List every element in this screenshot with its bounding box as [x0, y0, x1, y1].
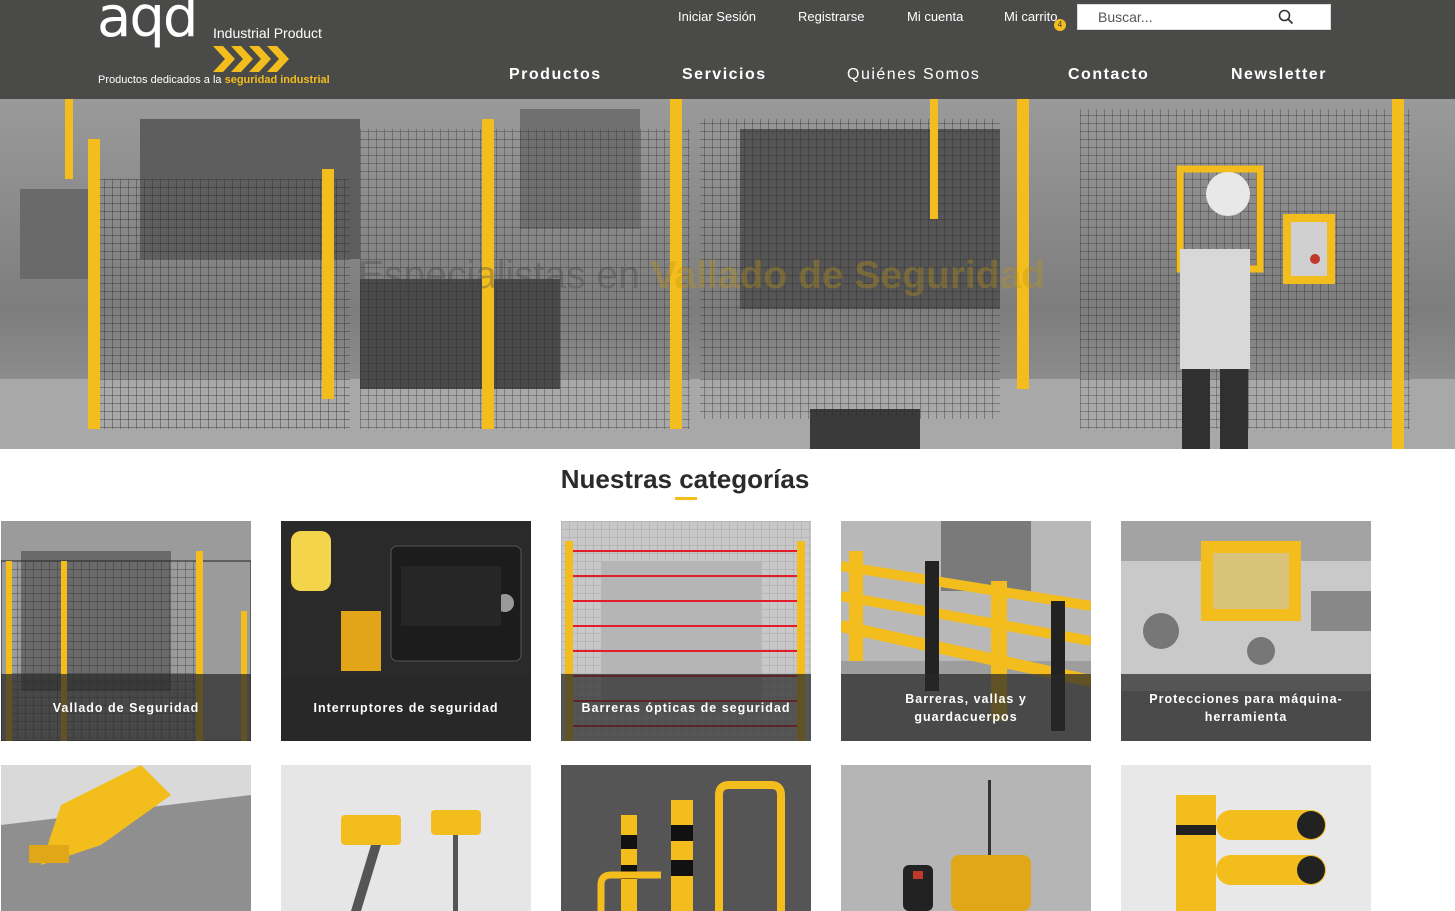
logo-product-text: Industrial Product	[213, 25, 322, 41]
category-card-barreras-opticas[interactable]: Barreras ópticas de seguridad	[561, 521, 811, 741]
nav-contact[interactable]: Contacto	[1068, 66, 1149, 84]
search-box	[1077, 4, 1331, 30]
category-label: Barreras, vallas y guardacuerpos	[841, 674, 1091, 741]
nav-services[interactable]: Servicios	[682, 66, 767, 84]
brand-logo[interactable]: aqd Industrial Product Productos dedicad…	[97, 0, 337, 94]
nav-about[interactable]: Quiénes Somos	[847, 66, 980, 84]
category-card-barreras-vallas[interactable]: Barreras, vallas y guardacuerpos	[841, 521, 1091, 741]
category-label: Barreras ópticas de seguridad	[561, 674, 811, 741]
category-image-row2-3	[561, 765, 811, 911]
hero-banner: Especialistas en Vallado de Seguridad	[0, 99, 1455, 449]
category-card-row2-5[interactable]	[1121, 765, 1371, 911]
category-label: Vallado de Seguridad	[1, 674, 251, 741]
logo-tagline-prefix: Productos dedicados a la	[98, 74, 225, 86]
nav-newsletter[interactable]: Newsletter	[1231, 66, 1327, 84]
register-link[interactable]: Registrarse	[798, 9, 864, 24]
cart-count-badge: 4	[1054, 19, 1066, 31]
category-label: Interruptores de seguridad	[281, 674, 531, 741]
category-label: Protecciones para máquina-herramienta	[1121, 674, 1371, 741]
category-image-row2-4	[841, 765, 1091, 911]
site-header: aqd Industrial Product Productos dedicad…	[0, 0, 1455, 99]
logo-tagline: Productos dedicados a la seguridad indus…	[98, 74, 330, 86]
nav-products[interactable]: Productos	[509, 66, 602, 84]
search-icon[interactable]	[1278, 9, 1294, 25]
account-link[interactable]: Mi cuenta	[907, 9, 963, 24]
category-image-row2-1	[1, 765, 251, 911]
category-card-vallado[interactable]: Vallado de Seguridad	[1, 521, 251, 741]
search-input[interactable]	[1078, 5, 1298, 29]
hero-headline-prefix: Especialistas en	[358, 254, 651, 297]
category-image-row2-2	[281, 765, 531, 911]
cart-link[interactable]: Mi carrito	[1004, 9, 1057, 24]
title-underline	[675, 497, 697, 500]
login-link[interactable]: Iniciar Sesión	[678, 9, 756, 24]
logo-tagline-highlight: seguridad industrial	[224, 74, 330, 86]
category-card-maquina-herramienta[interactable]: Protecciones para máquina-herramienta	[1121, 521, 1371, 741]
category-image-row2-5	[1121, 765, 1371, 911]
hero-headline: Especialistas en Vallado de Seguridad	[358, 254, 1045, 298]
logo-brand-text: aqd	[97, 0, 198, 50]
chevron-arrows-icon	[213, 46, 289, 72]
category-card-row2-2[interactable]	[281, 765, 531, 911]
category-card-interruptores[interactable]: Interruptores de seguridad	[281, 521, 531, 741]
category-card-row2-1[interactable]	[1, 765, 251, 911]
logo-wordmark: aqd	[97, 0, 198, 46]
category-card-row2-4[interactable]	[841, 765, 1091, 911]
hero-headline-highlight: Vallado de Seguridad	[650, 254, 1046, 297]
categories-title: Nuestras categorías	[560, 464, 810, 494]
category-card-row2-3[interactable]	[561, 765, 811, 911]
